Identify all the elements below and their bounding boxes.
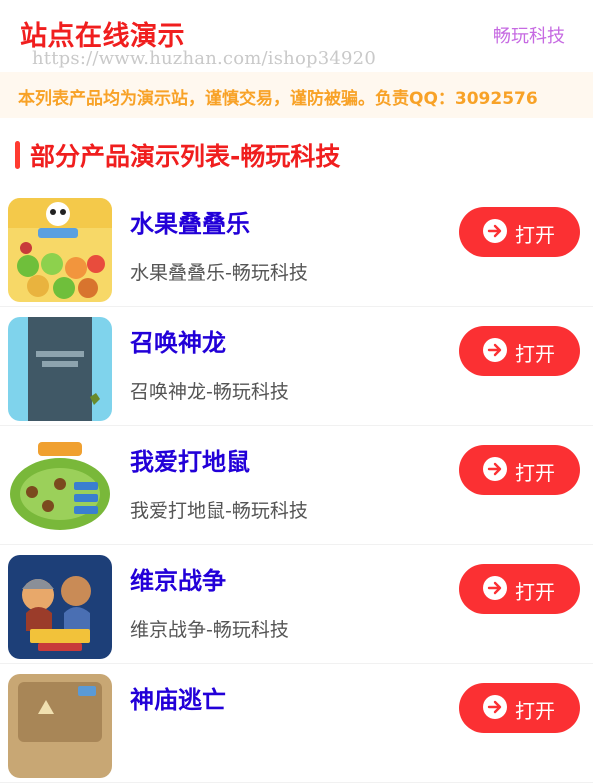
item-title[interactable]: 水果叠叠乐 [130, 204, 250, 239]
open-button[interactable]: 打开 [459, 326, 580, 376]
page-header: 站点在线演示 畅玩科技 https://www.huzhan.com/ishop… [0, 0, 593, 72]
item-title[interactable]: 神庙逃亡 [130, 680, 226, 715]
arrow-right-circle-icon [483, 576, 507, 600]
list-item[interactable]: 召唤神龙 召唤神龙-畅玩科技 打开 [0, 307, 593, 426]
list-item[interactable]: 维京战争 维京战争-畅玩科技 打开 [0, 545, 593, 664]
open-button-label: 打开 [515, 225, 555, 247]
arrow-right-circle-icon [483, 219, 507, 243]
arrow-right-circle-icon [483, 338, 507, 362]
item-subtitle: 我爱打地鼠-畅玩科技 [130, 500, 308, 522]
open-button[interactable]: 打开 [459, 207, 580, 257]
open-button-label: 打开 [515, 463, 555, 485]
item-title[interactable]: 维京战争 [130, 561, 226, 596]
open-button-label: 打开 [515, 344, 555, 366]
section-heading: 部分产品演示列表-畅玩科技 [0, 137, 593, 177]
section-accent-bar [15, 141, 20, 169]
open-button[interactable]: 打开 [459, 683, 580, 733]
brand-link[interactable]: 畅玩科技 [493, 22, 565, 48]
list-item[interactable]: 水果叠叠乐 水果叠叠乐-畅玩科技 打开 [0, 188, 593, 307]
section-title: 部分产品演示列表-畅玩科技 [30, 142, 341, 171]
viking-game-thumbnail[interactable] [8, 555, 112, 659]
item-subtitle: 维京战争-畅玩科技 [130, 619, 289, 641]
open-button-label: 打开 [515, 701, 555, 723]
list-item[interactable]: 我爱打地鼠 我爱打地鼠-畅玩科技 打开 [0, 426, 593, 545]
item-title[interactable]: 召唤神龙 [130, 323, 226, 358]
arrow-right-circle-icon [483, 457, 507, 481]
temple-game-thumbnail[interactable] [8, 674, 112, 778]
list-item[interactable]: 神庙逃亡 打开 [0, 664, 593, 783]
arrow-right-circle-icon [483, 695, 507, 719]
dragon-game-thumbnail[interactable] [8, 317, 112, 421]
notice-bar: 本列表产品均为演示站，谨慎交易，谨防被骗。负责QQ：3092576 [0, 72, 593, 118]
fruit-game-thumbnail[interactable] [8, 198, 112, 302]
item-subtitle: 水果叠叠乐-畅玩科技 [130, 262, 308, 284]
whack-mole-game-thumbnail[interactable] [8, 436, 112, 540]
watermark: https://www.huzhan.com/ishop34920 [32, 48, 376, 69]
open-button-label: 打开 [515, 582, 555, 604]
open-button[interactable]: 打开 [459, 445, 580, 495]
item-subtitle: 召唤神龙-畅玩科技 [130, 381, 289, 403]
product-list: 水果叠叠乐 水果叠叠乐-畅玩科技 打开 召唤神龙 召唤神龙-畅玩科技 打开 我爱… [0, 188, 593, 783]
notice-text: 本列表产品均为演示站，谨慎交易，谨防被骗。负责QQ：3092576 [18, 89, 538, 109]
item-title[interactable]: 我爱打地鼠 [130, 442, 250, 477]
open-button[interactable]: 打开 [459, 564, 580, 614]
